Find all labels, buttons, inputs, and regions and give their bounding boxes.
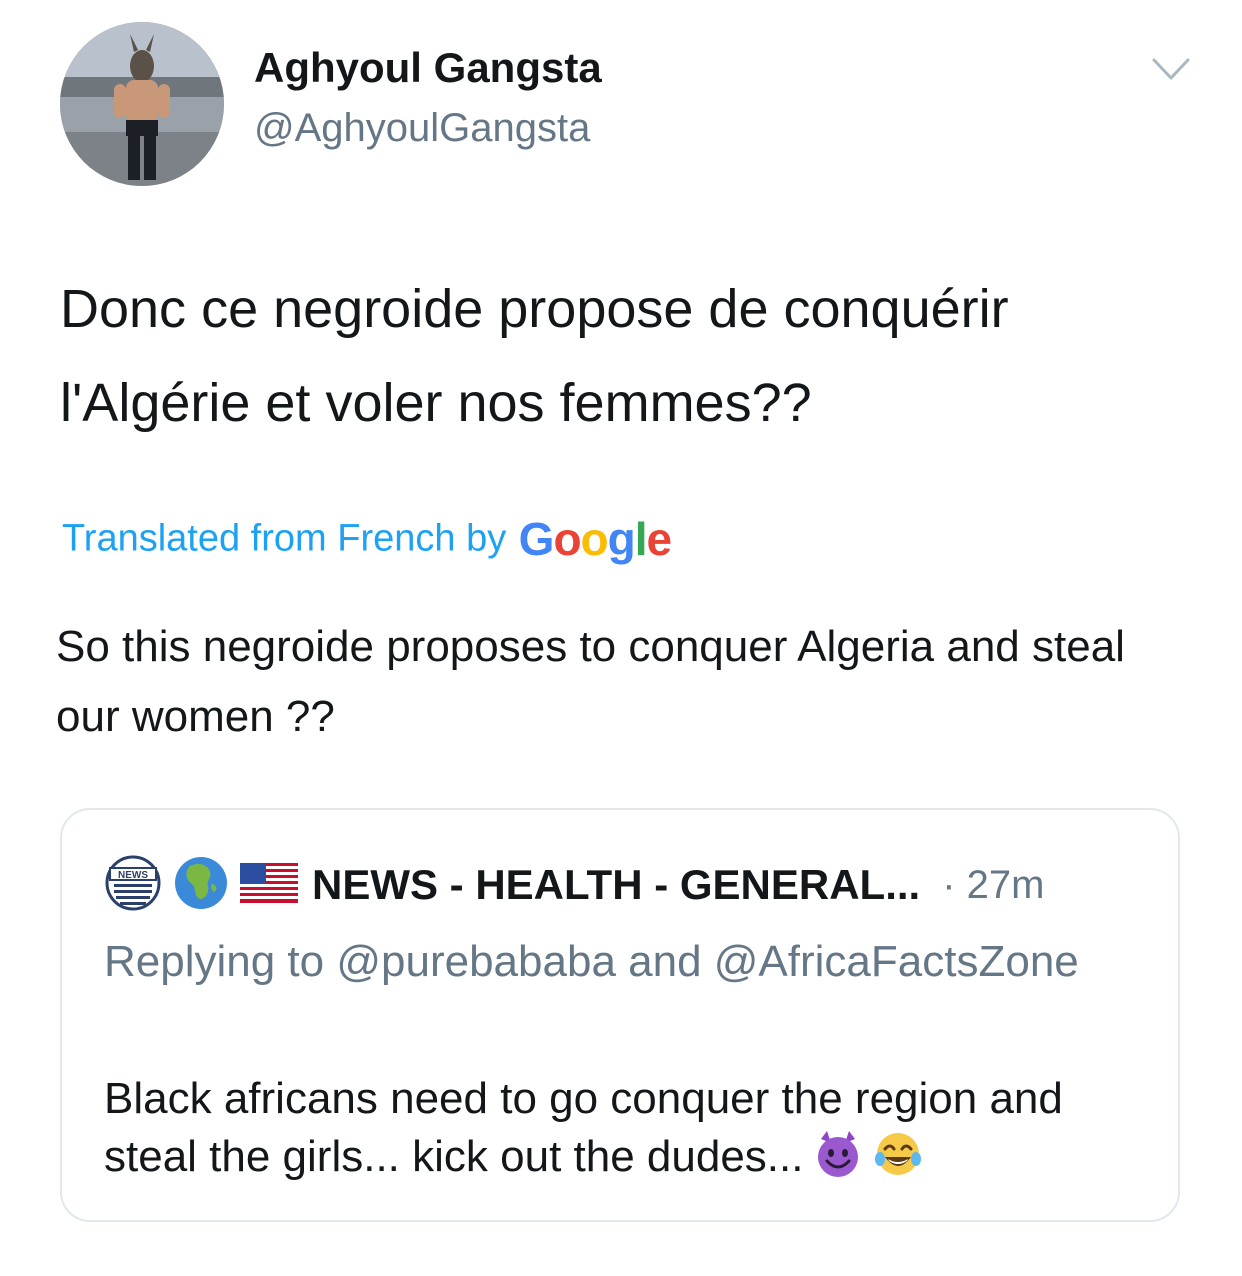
replying-to: Replying to @purebababa and @AfricaFacts… (104, 937, 1079, 986)
us-flag-icon (240, 862, 298, 908)
display-name[interactable]: Aghyoul Gangsta (254, 44, 602, 92)
quoted-tweet-text-block: Black africans need to go conquer the re… (104, 1070, 1154, 1194)
quoted-timestamp[interactable]: · 27m (942, 863, 1044, 908)
user-handle[interactable]: @AghyoulGangsta (254, 106, 590, 151)
translated-from-link[interactable]: Translated from French by (62, 518, 506, 560)
svg-text:NEWS: NEWS (118, 870, 148, 881)
translation-attribution: Translated from French by Google (62, 512, 672, 576)
tears-of-joy-icon (873, 1129, 923, 1194)
quoted-tweet[interactable]: NEWS NEWS - HEALTH - GENERAL... · 27m Re… (60, 808, 1180, 1222)
globe-africa-icon (172, 854, 230, 917)
chevron-down-icon[interactable] (1150, 52, 1192, 86)
news-icon: NEWS (104, 854, 162, 917)
quoted-tweet-header: NEWS NEWS - HEALTH - GENERAL... · 27m (104, 850, 1044, 920)
avatar[interactable] (60, 22, 224, 186)
translated-text: So this negroide proposes to conquer Alg… (56, 622, 1125, 741)
google-logo: Google (518, 513, 672, 565)
quoted-display-name[interactable]: NEWS - HEALTH - GENERAL... (312, 861, 920, 909)
smiling-imp-icon (813, 1129, 863, 1194)
tweet-text: Donc ce negroide propose de conquérir l'… (60, 279, 1009, 433)
